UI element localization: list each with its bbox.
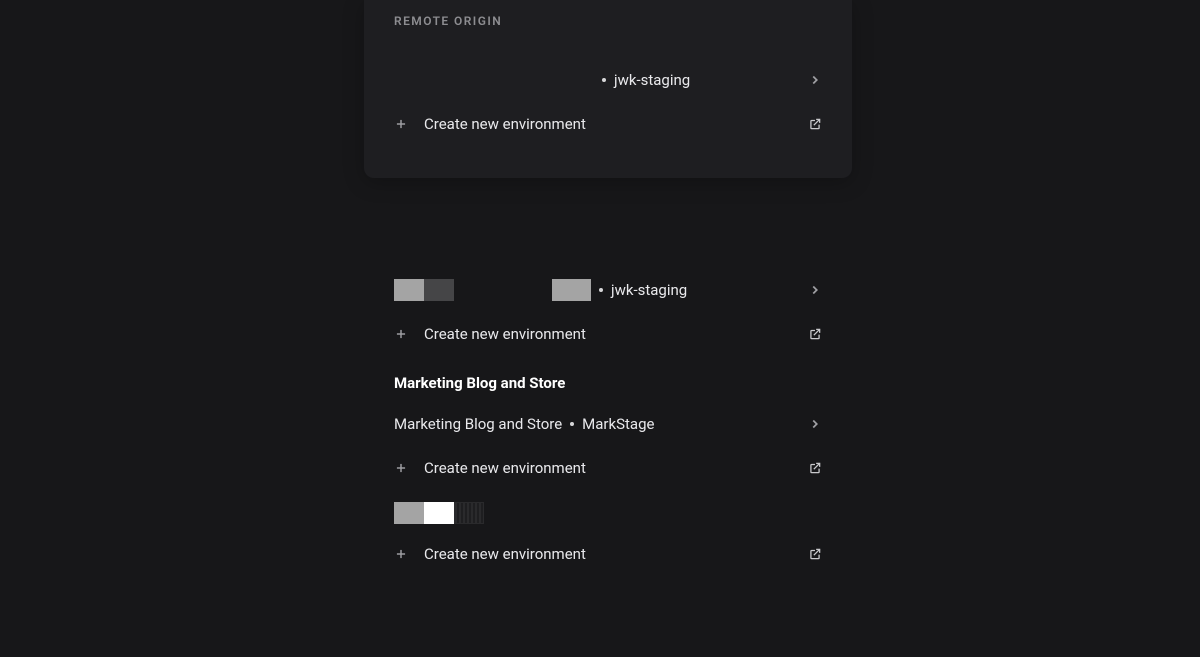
- create-environment-row[interactable]: Create new environment: [394, 446, 822, 490]
- external-link-icon[interactable]: [808, 327, 822, 341]
- redacted-block: [552, 279, 591, 301]
- environment-name: jwk-staging: [614, 71, 690, 89]
- environment-name: MarkStage: [582, 415, 654, 433]
- project-title-redacted: [394, 502, 822, 524]
- redacted-block: [394, 279, 424, 301]
- project-environment-row[interactable]: Marketing Blog and Store MarkStage: [394, 402, 822, 446]
- environment-name: jwk-staging: [611, 281, 687, 299]
- project-name: Marketing Blog and Store: [394, 415, 562, 433]
- chevron-right-icon: [808, 417, 822, 431]
- redacted-block: [424, 502, 454, 524]
- create-environment-label: Create new environment: [424, 545, 586, 563]
- project-title: Marketing Blog and Store: [394, 374, 822, 392]
- create-environment-row[interactable]: Create new environment: [394, 532, 822, 576]
- remote-origin-panel: REMOTE ORIGIN jwk-staging: [364, 0, 852, 178]
- bullet-icon: [602, 78, 606, 82]
- create-environment-label: Create new environment: [424, 459, 586, 477]
- redacted-block: [454, 502, 484, 524]
- redacted-block: [424, 279, 454, 301]
- remote-origin-label: REMOTE ORIGIN: [394, 14, 822, 28]
- create-environment-label: Create new environment: [424, 115, 586, 133]
- create-environment-label: Create new environment: [424, 325, 586, 343]
- external-link-icon[interactable]: [808, 117, 822, 131]
- plus-icon: [394, 327, 408, 341]
- bullet-icon: [570, 422, 574, 426]
- create-environment-row[interactable]: Create new environment: [394, 312, 822, 356]
- plus-icon: [394, 461, 408, 475]
- redacted-block: [394, 502, 424, 524]
- environment-row[interactable]: jwk-staging: [394, 58, 822, 102]
- plus-icon: [394, 547, 408, 561]
- create-environment-row[interactable]: Create new environment: [394, 102, 822, 146]
- environment-row[interactable]: jwk-staging: [394, 268, 822, 312]
- chevron-right-icon: [808, 283, 822, 297]
- external-link-icon[interactable]: [808, 547, 822, 561]
- external-link-icon[interactable]: [808, 461, 822, 475]
- plus-icon: [394, 117, 408, 131]
- bullet-icon: [599, 288, 603, 292]
- chevron-right-icon: [808, 73, 822, 87]
- projects-list: jwk-staging Create new environment Marke…: [364, 268, 852, 576]
